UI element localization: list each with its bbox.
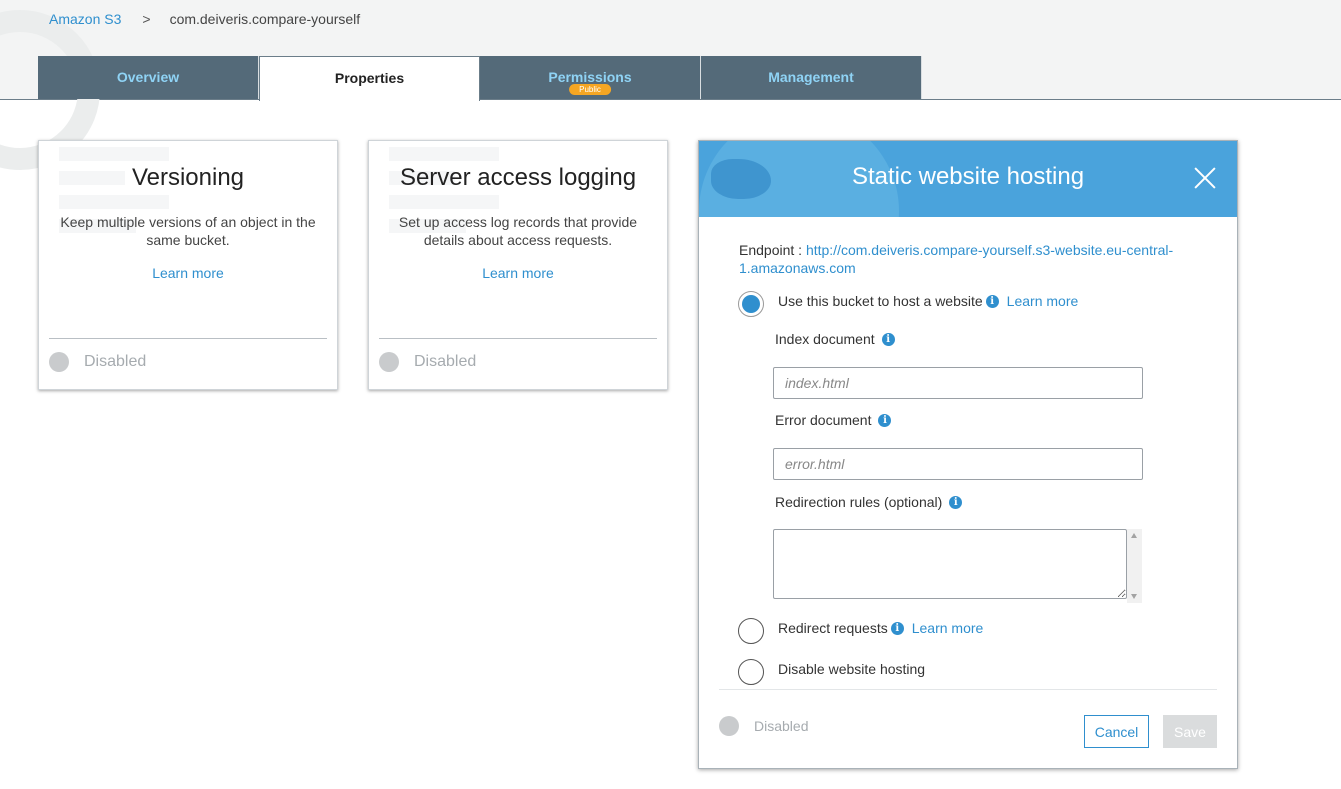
breadcrumb-amazon-s3-link[interactable]: Amazon S3: [49, 11, 121, 27]
redirection-rules-textarea[interactable]: [773, 529, 1127, 599]
scroll-down-arrow-icon[interactable]: [1131, 594, 1137, 599]
tab-management[interactable]: Management: [701, 56, 922, 99]
redirection-rules-label-text: Redirection rules (optional): [775, 494, 943, 510]
info-icon[interactable]: i: [881, 332, 895, 346]
info-icon[interactable]: i: [890, 621, 904, 635]
info-icon[interactable]: i: [949, 495, 963, 509]
logging-title: Server access logging: [399, 164, 637, 191]
tab-management-label: Management: [768, 68, 854, 85]
close-icon[interactable]: [1193, 166, 1217, 190]
status-dot-icon: [379, 352, 399, 372]
hosting-status-label: Disabled: [754, 718, 809, 734]
host-website-label: Use this bucket to host a website: [778, 293, 983, 309]
tab-permissions[interactable]: Permissions Public: [480, 56, 701, 99]
tab-overview-label: Overview: [116, 68, 180, 85]
logging-status: Disabled: [379, 352, 476, 372]
tab-permissions-label: Permissions: [548, 68, 632, 85]
versioning-card[interactable]: Versioning Keep multiple versions of an …: [38, 140, 338, 390]
tab-properties[interactable]: Properties: [259, 56, 480, 101]
index-document-label: Index document i: [775, 331, 903, 347]
versioning-status: Disabled: [49, 352, 146, 372]
breadcrumb: Amazon S3 > com.deiveris.compare-yoursel…: [49, 11, 360, 27]
hosting-status: Disabled: [719, 716, 808, 736]
versioning-learn-more-link[interactable]: Learn more: [39, 265, 337, 281]
cancel-button[interactable]: Cancel: [1084, 715, 1149, 748]
error-document-input[interactable]: [773, 448, 1143, 480]
info-icon[interactable]: i: [985, 294, 999, 308]
info-icon[interactable]: i: [878, 413, 892, 427]
breadcrumb-bucket-name: com.deiveris.compare-yourself: [169, 11, 361, 27]
redirect-requests-radio[interactable]: [738, 618, 764, 644]
endpoint: Endpoint : http://com.deiveris.compare-y…: [739, 241, 1189, 277]
option-disable-hosting: Disable website hosting: [738, 656, 926, 685]
option-host-website: Use this bucket to host a website i Lear…: [738, 288, 1079, 317]
disable-hosting-radio[interactable]: [738, 659, 764, 685]
versioning-title: Versioning: [131, 164, 245, 191]
versioning-description: Keep multiple versions of an object in t…: [60, 214, 316, 248]
tab-overview[interactable]: Overview: [38, 56, 259, 99]
versioning-status-label: Disabled: [84, 353, 147, 370]
panel-divider: [719, 689, 1217, 690]
redirect-requests-learn-more-link[interactable]: Learn more: [912, 620, 984, 636]
tab-properties-label: Properties: [334, 70, 405, 86]
redirect-requests-label: Redirect requests: [778, 620, 888, 636]
status-dot-icon: [719, 716, 739, 736]
error-document-label: Error document i: [775, 412, 899, 428]
status-dot-icon: [49, 352, 69, 372]
textarea-scrollbar[interactable]: [1127, 529, 1142, 603]
redirection-rules-label: Redirection rules (optional) i: [775, 494, 970, 510]
option-redirect-requests: Redirect requests i Learn more: [738, 615, 984, 644]
card-divider: [379, 338, 657, 339]
server-access-logging-card[interactable]: Server access logging Set up access log …: [368, 140, 668, 390]
logging-status-label: Disabled: [414, 353, 477, 370]
save-button[interactable]: Save: [1163, 715, 1217, 748]
index-document-label-text: Index document: [775, 331, 875, 347]
logging-learn-more-link[interactable]: Learn more: [369, 265, 667, 281]
error-document-label-text: Error document: [775, 412, 872, 428]
endpoint-label: Endpoint :: [739, 242, 806, 258]
chevron-right-icon: >: [142, 11, 151, 27]
tab-bar: Overview Properties Permissions Public M…: [38, 56, 922, 101]
panel-title: Static website hosting: [851, 163, 1085, 190]
public-badge: Public: [569, 84, 611, 95]
host-website-learn-more-link[interactable]: Learn more: [1007, 293, 1079, 309]
host-website-radio[interactable]: [738, 291, 764, 317]
index-document-input[interactable]: [773, 367, 1143, 399]
logging-description: Set up access log records that provide d…: [398, 214, 638, 248]
static-website-hosting-panel: Static website hosting Endpoint : http:/…: [698, 140, 1238, 769]
disable-hosting-label: Disable website hosting: [778, 661, 926, 677]
panel-header: Static website hosting: [699, 141, 1237, 217]
card-divider: [49, 338, 327, 339]
scroll-up-arrow-icon[interactable]: [1131, 533, 1137, 538]
